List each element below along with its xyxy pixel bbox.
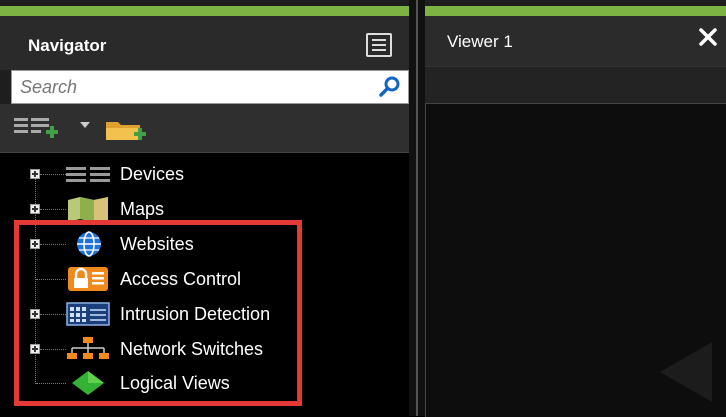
viewer-title: Viewer 1 xyxy=(447,32,513,51)
expand-icon[interactable] xyxy=(30,169,40,179)
close-icon[interactable] xyxy=(697,26,719,48)
tree-connector xyxy=(40,209,66,210)
navigator-toolbar xyxy=(0,104,409,153)
tree-item-label: Maps xyxy=(120,199,165,219)
search-box xyxy=(11,70,409,104)
search-icon[interactable] xyxy=(378,75,402,99)
tree-connector xyxy=(40,174,66,175)
navigator-accent-bar xyxy=(0,6,409,16)
tree-item-devices[interactable]: Devices xyxy=(0,157,409,191)
search-input[interactable] xyxy=(12,71,388,103)
tree-item-label: Devices xyxy=(120,164,185,184)
viewer-accent-bar xyxy=(425,6,726,16)
highlight-box xyxy=(14,220,302,406)
chevron-down-icon[interactable] xyxy=(80,122,90,130)
navigator-title: Navigator xyxy=(28,36,107,55)
maps-icon xyxy=(68,197,108,222)
menu-icon[interactable] xyxy=(366,33,392,57)
add-folder-icon[interactable] xyxy=(104,114,150,144)
expand-icon[interactable] xyxy=(30,204,40,214)
add-item-icon[interactable] xyxy=(14,114,62,144)
play-icon[interactable] xyxy=(656,342,712,402)
devices-icon xyxy=(66,167,110,182)
splitter-line xyxy=(416,0,418,416)
viewer-toolbar xyxy=(425,67,726,103)
